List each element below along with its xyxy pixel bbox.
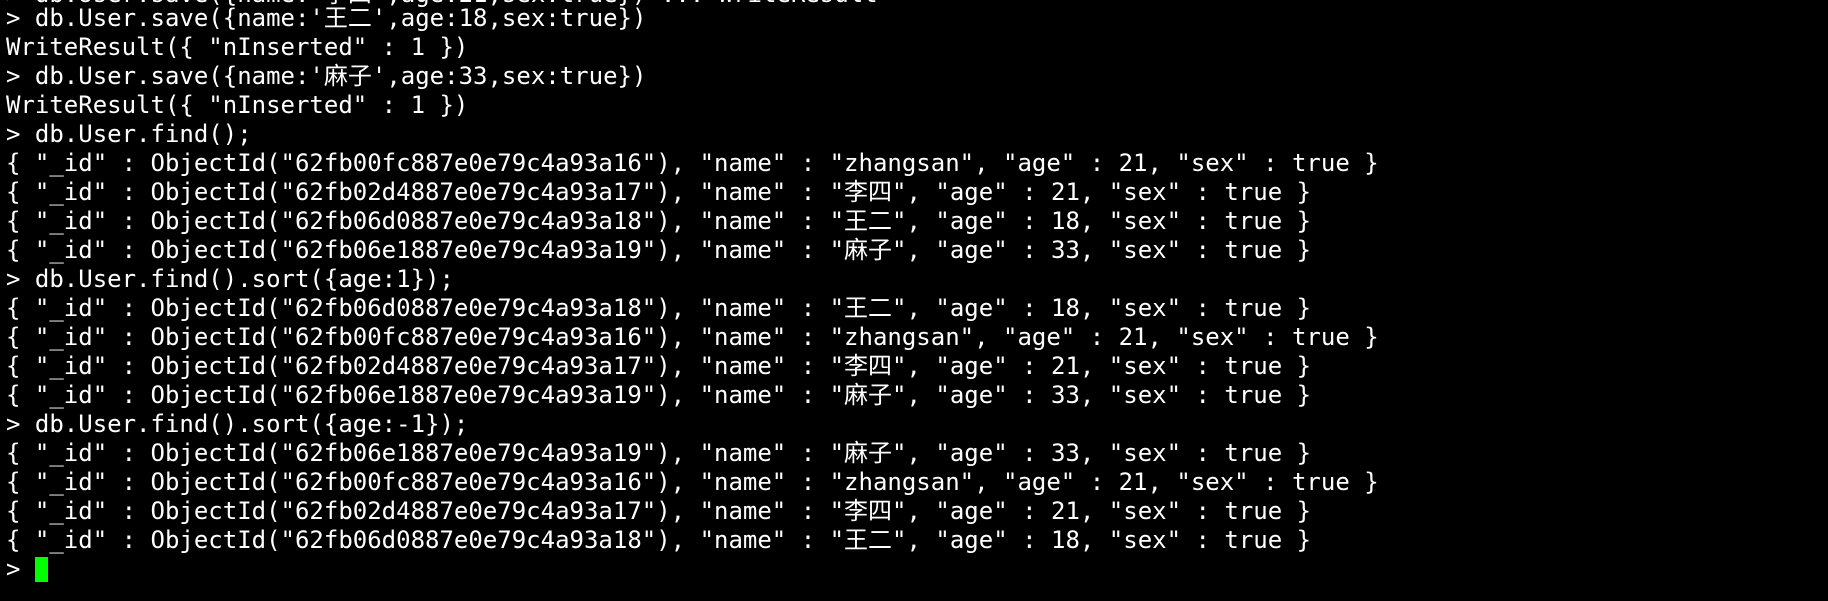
terminal-output: > db.User.save({name:'王二',age:18,sex:tru… <box>6 4 1828 584</box>
output-line: { "_id" : ObjectId("62fb02d4887e0e79c4a9… <box>6 352 1312 380</box>
output-line: { "_id" : ObjectId("62fb06d0887e0e79c4a9… <box>6 294 1312 322</box>
output-line: { "_id" : ObjectId("62fb00fc887e0e79c4a9… <box>6 323 1379 351</box>
input-prompt-line[interactable]: > <box>6 555 1828 584</box>
output-line: { "_id" : ObjectId("62fb06e1887e0e79c4a9… <box>6 236 1312 264</box>
output-line: { "_id" : ObjectId("62fb06e1887e0e79c4a9… <box>6 381 1312 409</box>
output-line: { "_id" : ObjectId("62fb00fc887e0e79c4a9… <box>6 468 1379 496</box>
command-line: > db.User.find().sort({age:-1}); <box>6 410 469 438</box>
terminal-window[interactable]: > db.User.save({name:'李四',age:21,sex:tru… <box>0 0 1828 601</box>
prompt-symbol: > <box>6 555 35 583</box>
output-line: { "_id" : ObjectId("62fb06d0887e0e79c4a9… <box>6 526 1312 554</box>
command-line: > db.User.find().sort({age:1}); <box>6 265 454 293</box>
command-line: > db.User.save({name:'麻子',age:33,sex:tru… <box>6 62 647 90</box>
command-line: > db.User.find(); <box>6 120 252 148</box>
output-line: { "_id" : ObjectId("62fb06e1887e0e79c4a9… <box>6 439 1312 467</box>
output-line: { "_id" : ObjectId("62fb02d4887e0e79c4a9… <box>6 497 1312 525</box>
output-line: { "_id" : ObjectId("62fb02d4887e0e79c4a9… <box>6 178 1312 206</box>
output-line: WriteResult({ "nInserted" : 1 }) <box>6 91 469 119</box>
output-line: { "_id" : ObjectId("62fb06d0887e0e79c4a9… <box>6 207 1312 235</box>
output-line: WriteResult({ "nInserted" : 1 }) <box>6 33 469 61</box>
command-line: > db.User.save({name:'王二',age:18,sex:tru… <box>6 4 647 32</box>
output-line: { "_id" : ObjectId("62fb00fc887e0e79c4a9… <box>6 149 1379 177</box>
text-cursor[interactable] <box>34 557 48 582</box>
